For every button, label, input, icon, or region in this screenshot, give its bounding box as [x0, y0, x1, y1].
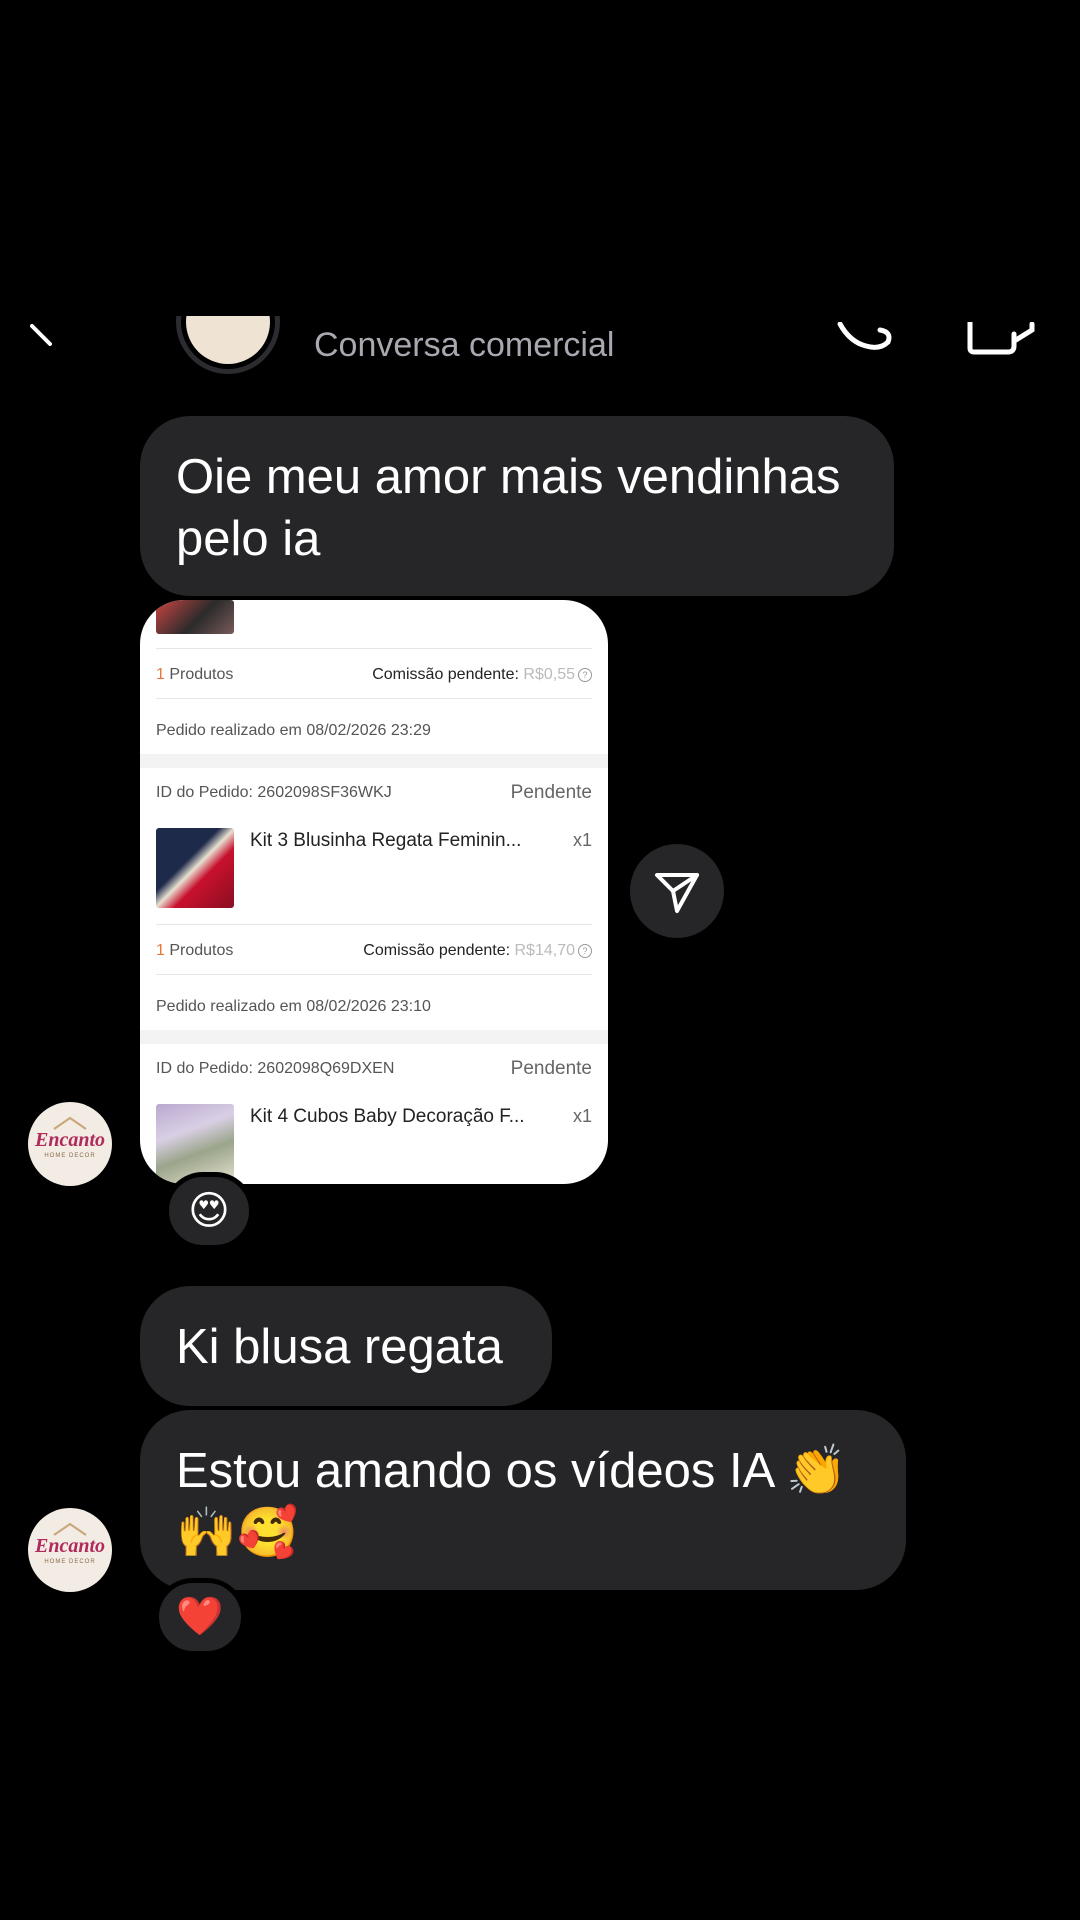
- header-subtitle: Conversa comercial: [314, 326, 615, 364]
- order-date: Pedido realizado em 08/02/2026 23:29: [156, 722, 431, 739]
- message-bubble[interactable]: Estou amando os vídeos IA 👏🙌🥰: [140, 1410, 906, 1590]
- video-camera-icon[interactable]: [964, 322, 1040, 356]
- header-avatar[interactable]: [176, 316, 280, 374]
- product-name: Kit 3 Blusinha Regata Feminin...: [250, 830, 522, 851]
- order-status: Pendente: [510, 1058, 592, 1079]
- message-bubble[interactable]: Oie meu amor mais vendinhas pelo ia: [140, 416, 894, 596]
- avatar[interactable]: Encanto HOME DECOR: [28, 1508, 112, 1592]
- back-icon[interactable]: [28, 322, 54, 348]
- products-row: 1 Produtos Comissão pendente: R$0,55?: [156, 666, 592, 684]
- reaction-badge[interactable]: 😍: [164, 1172, 254, 1250]
- help-icon: ?: [578, 944, 592, 958]
- product-qty: x1: [572, 830, 592, 850]
- message-bubble[interactable]: Ki blusa regata: [140, 1286, 552, 1406]
- share-button[interactable]: [630, 844, 724, 938]
- order-date: Pedido realizado em 08/02/2026 23:10: [156, 998, 431, 1015]
- products-row: 1 Produtos Comissão pendente: R$14,70?: [156, 942, 592, 960]
- reaction-badge[interactable]: ❤️: [154, 1578, 246, 1656]
- send-icon: [655, 873, 699, 913]
- help-icon: ?: [578, 668, 592, 682]
- avatar[interactable]: Encanto HOME DECOR: [28, 1102, 112, 1186]
- product-name: Kit 4 Cubos Baby Decoração F...: [250, 1106, 525, 1127]
- shared-order-screenshot[interactable]: 1 Produtos Comissão pendente: R$0,55? Pe…: [140, 600, 608, 1184]
- product-qty: x1: [572, 1106, 592, 1126]
- order-status: Pendente: [510, 782, 592, 803]
- phone-icon[interactable]: [836, 322, 896, 356]
- product-thumbnail: [156, 600, 234, 634]
- product-thumbnail: [156, 828, 234, 908]
